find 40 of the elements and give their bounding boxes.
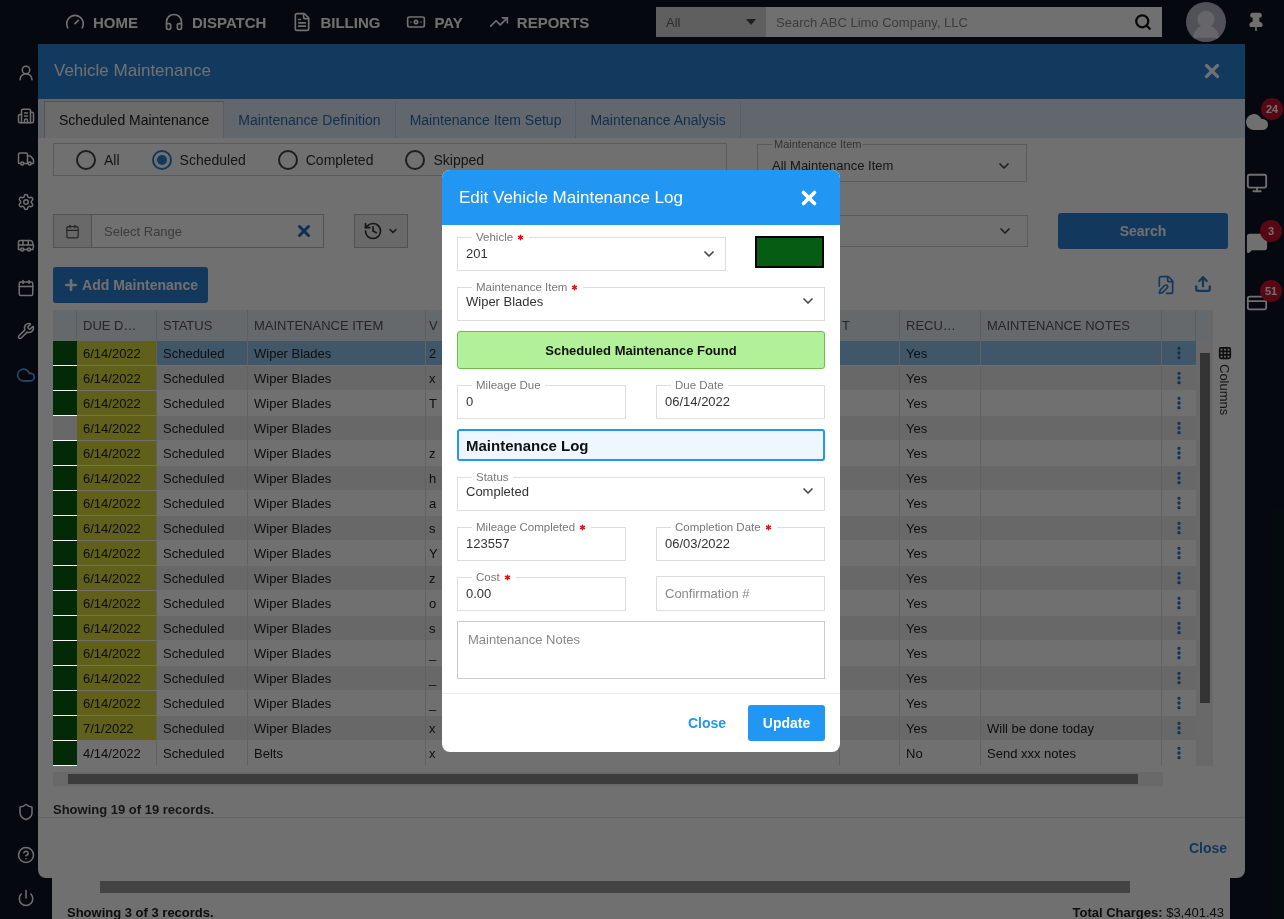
- table-cell: 6/14/2022: [77, 566, 157, 592]
- notification-badge: 3: [1260, 220, 1282, 242]
- table-cell: 6/14/2022: [77, 391, 157, 417]
- field-label: Maintenance Item: [773, 138, 863, 151]
- section-header: Maintenance Log: [457, 429, 825, 461]
- field-label: Mileage Completed: [472, 521, 592, 533]
- field-label: Status: [475, 471, 510, 483]
- notification-badge: 51: [1260, 280, 1282, 302]
- field-label: Due Date: [674, 379, 725, 391]
- record-count: Showing 19 of 19 records.: [53, 802, 216, 818]
- table-cell: 6/14/2022: [77, 541, 157, 567]
- table-cell: 6/14/2022: [77, 591, 157, 617]
- field-label: Completion Date: [671, 521, 777, 533]
- table-cell: Scheduled: [157, 741, 248, 767]
- table-cell: 6/14/2022: [77, 641, 157, 667]
- field-label: Cost: [472, 571, 516, 583]
- table-cell: 6/14/2022: [77, 691, 157, 717]
- table-cell: No: [900, 741, 981, 767]
- table-cell: 6/14/2022: [77, 466, 157, 492]
- table-cell: 4/14/2022: [77, 741, 157, 767]
- table-cell: 6/14/2022: [77, 516, 157, 542]
- table-cell: 6/14/2022: [77, 366, 157, 392]
- table-cell: Belts: [248, 741, 426, 767]
- table-cell: 6/14/2022: [77, 441, 157, 467]
- field-label: Maintenance Item: [472, 281, 584, 293]
- table-cell: 6/14/2022: [77, 491, 157, 517]
- table-cell: 6/14/2022: [77, 416, 157, 442]
- table-cell: Send xxx notes: [981, 741, 1162, 767]
- table-cell: 6/14/2022: [77, 616, 157, 642]
- dialog-title: Vehicle Maintenance: [54, 61, 211, 82]
- alert-message: Scheduled Maintenance Found: [457, 331, 825, 369]
- dialog-title: Edit Vehicle Maintenance Log: [459, 187, 683, 208]
- table-cell: 7/1/2022: [77, 716, 157, 742]
- total-charges: Total Charges: $3,401.43: [1072, 905, 1224, 919]
- table-cell: 6/14/2022: [77, 666, 157, 692]
- notification-badge: 24: [1261, 98, 1283, 120]
- field-label: Mileage Due: [475, 379, 542, 391]
- record-count: Showing 3 of 3 records.: [67, 905, 214, 919]
- table-cell: 6/14/2022: [77, 341, 157, 367]
- field-label: Vehicle: [472, 231, 530, 243]
